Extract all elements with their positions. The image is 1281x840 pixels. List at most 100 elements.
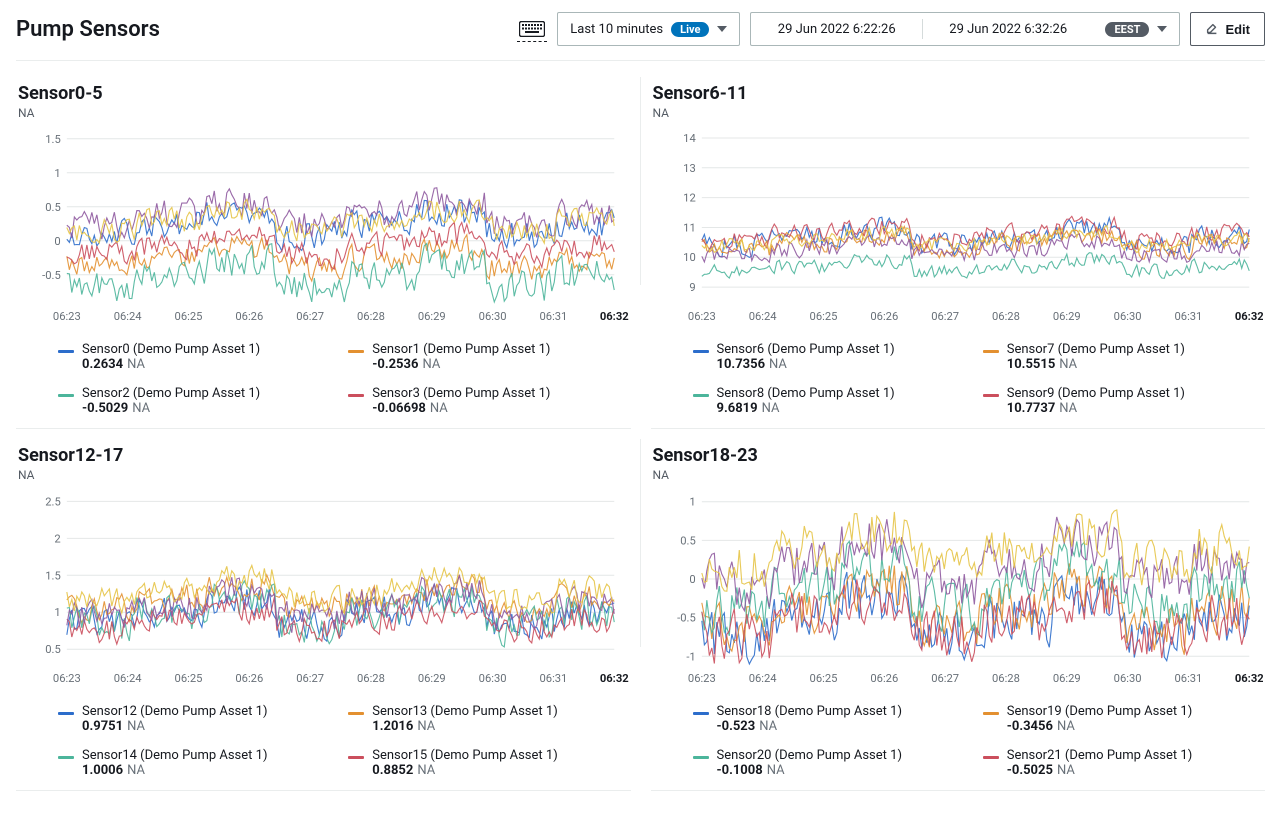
legend-item[interactable]: Sensor21 (Demo Pump Asset 1) -0.5025NA	[983, 748, 1263, 778]
chart-plot[interactable]: 0.511.522.506:2306:2406:2506:2606:2706:2…	[18, 488, 629, 688]
legend-item[interactable]: Sensor8 (Demo Pump Asset 1) 9.6819NA	[693, 386, 973, 416]
legend-value: 9.6819	[717, 401, 758, 416]
svg-text:06:26: 06:26	[235, 310, 263, 323]
legend-item[interactable]: Sensor20 (Demo Pump Asset 1) -0.1008NA	[693, 748, 973, 778]
legend-unit: NA	[127, 763, 145, 778]
svg-text:06:27: 06:27	[296, 672, 324, 685]
svg-text:1: 1	[689, 496, 695, 509]
legend-unit: NA	[417, 719, 435, 734]
legend-value: 0.8852	[372, 763, 413, 778]
svg-text:06:29: 06:29	[418, 310, 446, 323]
svg-text:06:30: 06:30	[479, 672, 507, 685]
svg-text:06:30: 06:30	[1113, 672, 1141, 685]
legend-unit: NA	[1057, 763, 1075, 778]
legend-unit: NA	[759, 719, 777, 734]
svg-text:06:26: 06:26	[235, 672, 263, 685]
legend-unit: NA	[127, 357, 145, 372]
legend-unit: NA	[767, 763, 785, 778]
panel-unit: NA	[653, 106, 1264, 120]
legend-label: Sensor20 (Demo Pump Asset 1)	[717, 748, 902, 763]
legend-item[interactable]: Sensor0 (Demo Pump Asset 1) 0.2634 NA	[58, 342, 338, 372]
panel-unit: NA	[18, 106, 629, 120]
legend-item[interactable]: Sensor12 (Demo Pump Asset 1) 0.9751NA	[58, 704, 338, 734]
svg-text:2: 2	[54, 532, 60, 545]
legend-value: 1.2016	[372, 719, 413, 734]
legend-item[interactable]: Sensor7 (Demo Pump Asset 1) 10.5515NA	[983, 342, 1263, 372]
edit-button[interactable]: Edit	[1190, 12, 1265, 46]
svg-text:06:24: 06:24	[748, 310, 776, 323]
svg-text:1: 1	[54, 167, 60, 180]
chart-plot[interactable]: 9101112131406:2306:2406:2506:2606:2706:2…	[653, 126, 1264, 326]
chart-panel: Sensor18-23 NA -1-0.500.5106:2306:2406:2…	[651, 433, 1266, 791]
time-window-control[interactable]: 29 Jun 2022 6:22:26 29 Jun 2022 6:32:26 …	[750, 12, 1180, 46]
svg-text:06:25: 06:25	[809, 672, 837, 685]
legend: Sensor0 (Demo Pump Asset 1) 0.2634 NA Sen…	[18, 330, 629, 418]
svg-text:06:31: 06:31	[540, 310, 568, 323]
svg-text:06:32: 06:32	[600, 672, 629, 685]
range-label: Last 10 minutes	[570, 22, 663, 37]
legend-value: -0.06698	[372, 401, 426, 416]
svg-text:1.5: 1.5	[45, 133, 61, 146]
timezone-badge: EEST	[1105, 22, 1149, 37]
panel-unit: NA	[653, 468, 1264, 482]
legend-label: Sensor6 (Demo Pump Asset 1)	[717, 342, 895, 357]
svg-text:06:27: 06:27	[931, 310, 959, 323]
legend-value: -0.3456	[1007, 719, 1053, 734]
legend-item[interactable]: Sensor18 (Demo Pump Asset 1) -0.523NA	[693, 704, 973, 734]
svg-text:0.5: 0.5	[45, 643, 61, 656]
legend-item[interactable]: Sensor1 (Demo Pump Asset 1) -0.2536NA	[348, 342, 628, 372]
panel-unit: NA	[18, 468, 629, 482]
svg-text:06:29: 06:29	[418, 672, 446, 685]
panel-title: Sensor6-11	[653, 83, 1264, 104]
svg-text:06:26: 06:26	[870, 672, 898, 685]
legend-label: Sensor14 (Demo Pump Asset 1)	[82, 748, 267, 763]
svg-text:06:28: 06:28	[992, 310, 1020, 323]
legend-item[interactable]: Sensor13 (Demo Pump Asset 1) 1.2016NA	[348, 704, 628, 734]
legend-unit: NA	[132, 401, 150, 416]
chart-plot[interactable]: -0.500.511.506:2306:2406:2506:2606:2706:…	[18, 126, 629, 326]
legend-label: Sensor21 (Demo Pump Asset 1)	[1007, 748, 1192, 763]
svg-text:-1: -1	[686, 650, 695, 663]
legend-item[interactable]: Sensor14 (Demo Pump Asset 1) 1.0006NA	[58, 748, 338, 778]
time-range-selector[interactable]: Last 10 minutes Live	[557, 12, 740, 46]
legend-value: -0.5029	[82, 401, 128, 416]
legend-swatch	[983, 394, 999, 397]
legend-label: Sensor7 (Demo Pump Asset 1)	[1007, 342, 1185, 357]
svg-text:2.5: 2.5	[45, 495, 61, 508]
legend-item[interactable]: Sensor2 (Demo Pump Asset 1) -0.5029NA	[58, 386, 338, 416]
page-title: Pump Sensors	[16, 17, 160, 42]
legend-item[interactable]: Sensor9 (Demo Pump Asset 1) 10.7737NA	[983, 386, 1263, 416]
svg-text:06:31: 06:31	[540, 672, 568, 685]
legend-swatch	[348, 350, 364, 353]
legend-value: 10.7737	[1007, 401, 1056, 416]
chevron-down-icon	[717, 26, 727, 32]
svg-text:11: 11	[683, 222, 696, 235]
legend-swatch	[693, 394, 709, 397]
legend-value: 0.2634	[82, 357, 123, 372]
svg-text:06:27: 06:27	[931, 672, 959, 685]
legend-swatch	[983, 712, 999, 715]
legend-item[interactable]: Sensor19 (Demo Pump Asset 1) -0.3456NA	[983, 704, 1263, 734]
legend-swatch	[348, 394, 364, 397]
svg-text:13: 13	[683, 162, 696, 175]
svg-text:10: 10	[683, 251, 696, 264]
legend-label: Sensor0 (Demo Pump Asset 1)	[82, 342, 260, 357]
svg-text:0.5: 0.5	[45, 201, 61, 214]
legend-label: Sensor18 (Demo Pump Asset 1)	[717, 704, 902, 719]
chart-panel: Sensor6-11 NA 9101112131406:2306:2406:25…	[651, 71, 1266, 429]
legend-item[interactable]: Sensor6 (Demo Pump Asset 1) 10.7356NA	[693, 342, 973, 372]
legend-unit: NA	[1057, 719, 1075, 734]
legend-value: -0.2536	[372, 357, 418, 372]
chart-plot[interactable]: -1-0.500.5106:2306:2406:2506:2606:2706:2…	[653, 488, 1264, 688]
svg-text:06:23: 06:23	[53, 672, 81, 685]
legend-item[interactable]: Sensor3 (Demo Pump Asset 1) -0.06698NA	[348, 386, 628, 416]
legend-unit: NA	[1059, 357, 1077, 372]
legend-label: Sensor3 (Demo Pump Asset 1)	[372, 386, 550, 401]
legend-label: Sensor8 (Demo Pump Asset 1)	[717, 386, 895, 401]
edit-label: Edit	[1225, 22, 1250, 37]
svg-text:06:25: 06:25	[175, 310, 203, 323]
svg-text:06:31: 06:31	[1174, 310, 1202, 323]
keyboard-icon[interactable]	[517, 16, 547, 42]
svg-text:1: 1	[54, 606, 60, 619]
legend-item[interactable]: Sensor15 (Demo Pump Asset 1) 0.8852NA	[348, 748, 628, 778]
